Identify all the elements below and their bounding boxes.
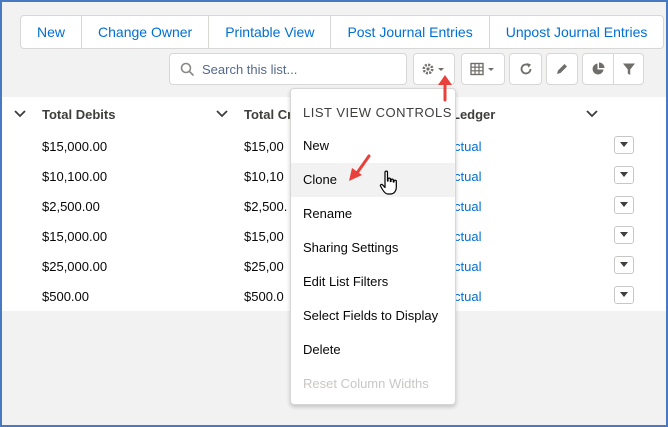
search-placeholder: Search this list...: [202, 62, 298, 77]
post-journal-entries-button[interactable]: Post Journal Entries: [330, 16, 488, 48]
ledger-link[interactable]: ctual: [454, 169, 481, 184]
table-icon: [470, 62, 494, 76]
total-debits-cell: $25,000.00: [42, 259, 108, 274]
filter-icon: [622, 63, 635, 75]
row-actions-button[interactable]: [614, 136, 634, 154]
ledger-link[interactable]: ctual: [454, 139, 481, 154]
total-credits-cell: $15,00: [244, 139, 284, 154]
row-actions-button[interactable]: [614, 256, 634, 274]
total-credits-cell: $2,500.: [244, 199, 288, 214]
annotation-arrow-up-icon: [438, 75, 452, 102]
chevron-down-icon: [620, 202, 628, 207]
total-debits-cell: $15,000.00: [42, 229, 108, 244]
filter-button[interactable]: [613, 53, 644, 85]
total-credits-cell: $25,00: [244, 259, 284, 274]
display-as-button[interactable]: [461, 53, 505, 85]
menu-header: LIST VIEW CONTROLS: [303, 105, 452, 120]
ledger-link[interactable]: ctual: [454, 289, 481, 304]
search-icon: [180, 62, 194, 76]
column-header-total-credits[interactable]: Total Cr: [244, 107, 292, 122]
chevron-down-icon[interactable]: [216, 109, 228, 119]
menu-item-sharing-settings[interactable]: Sharing Settings: [291, 231, 455, 265]
total-debits-cell: $10,100.00: [42, 169, 108, 184]
action-button-group: New Change Owner Printable View Post Jou…: [20, 15, 665, 49]
row-actions-button[interactable]: [614, 226, 634, 244]
chevron-down-icon: [620, 142, 628, 147]
chevron-down-icon: [620, 172, 628, 177]
total-debits-cell: $500.00: [42, 289, 89, 304]
total-debits-cell: $15,000.00: [42, 139, 108, 154]
ledger-link[interactable]: ctual: [454, 259, 481, 274]
unpost-journal-entries-button[interactable]: Unpost Journal Entries: [488, 16, 664, 48]
chevron-down-icon: [620, 292, 628, 297]
refresh-icon: [520, 63, 531, 75]
total-credits-cell: $500.0: [244, 289, 284, 304]
new-button[interactable]: New: [21, 16, 81, 48]
menu-item-rename[interactable]: Rename: [291, 197, 455, 231]
list-view-controls-menu: LIST VIEW CONTROLS New Clone Rename Shar…: [290, 88, 456, 405]
charts-button[interactable]: [582, 53, 614, 85]
chevron-down-icon[interactable]: [14, 109, 26, 119]
total-credits-cell: $15,00: [244, 229, 284, 244]
edit-button[interactable]: [546, 53, 578, 85]
search-input[interactable]: Search this list...: [169, 53, 407, 85]
total-debits-cell: $2,500.00: [42, 199, 100, 214]
ledger-link[interactable]: ctual: [454, 229, 481, 244]
column-header-ledger[interactable]: Ledger: [452, 107, 495, 122]
row-actions-button[interactable]: [614, 196, 634, 214]
total-credits-cell: $10,10: [244, 169, 284, 184]
menu-item-edit-list-filters[interactable]: Edit List Filters: [291, 265, 455, 299]
pencil-icon: [557, 64, 567, 74]
chevron-down-icon: [620, 262, 628, 267]
printable-view-button[interactable]: Printable View: [208, 16, 330, 48]
annotation-arrow-icon: [349, 154, 371, 181]
column-header-total-debits[interactable]: Total Debits: [42, 107, 115, 122]
menu-item-reset-column-widths: Reset Column Widths: [303, 376, 429, 391]
chevron-down-icon: [620, 232, 628, 237]
ledger-link[interactable]: ctual: [454, 199, 481, 214]
menu-item-delete[interactable]: Delete: [291, 333, 455, 367]
row-actions-button[interactable]: [614, 166, 634, 184]
change-owner-button[interactable]: Change Owner: [81, 16, 208, 48]
hand-cursor-icon: [379, 170, 397, 195]
chevron-down-icon[interactable]: [586, 109, 598, 119]
menu-item-select-fields[interactable]: Select Fields to Display: [291, 299, 455, 333]
row-actions-button[interactable]: [614, 286, 634, 304]
refresh-button[interactable]: [509, 53, 542, 85]
pie-chart-icon: [592, 62, 605, 75]
